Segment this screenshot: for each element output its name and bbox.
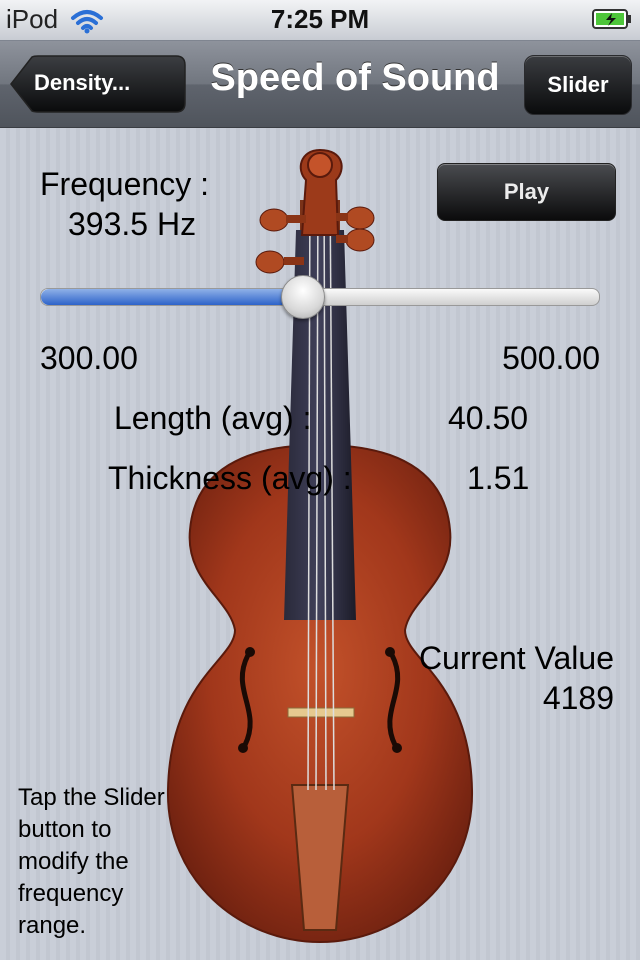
- help-text: Tap the Slider button to modify the freq…: [18, 784, 165, 939]
- clock: 7:25 PM: [270, 4, 370, 34]
- length-value: 40.50: [448, 400, 529, 436]
- battery-charging-icon: [592, 9, 631, 29]
- page-title: Speed of Sound: [210, 57, 500, 99]
- current-value-label: Current Value: [418, 640, 614, 676]
- back-button-label: Density...: [34, 70, 131, 95]
- navigation-bar: Density... Speed of Sound Slider: [0, 41, 640, 128]
- slider-min-label: 300.00: [40, 340, 138, 376]
- length-label: Length (avg) :: [114, 400, 312, 436]
- slider-button[interactable]: Slider: [524, 55, 632, 115]
- play-button[interactable]: Play: [437, 163, 616, 221]
- slider-max-label: 500.00: [502, 340, 600, 376]
- frequency-value: 393.5 Hz: [68, 206, 197, 242]
- thickness-label: Thickness (avg) :: [108, 460, 352, 496]
- current-value: 4189: [542, 680, 614, 716]
- thickness-value: 1.51: [467, 460, 530, 496]
- slider-fill: [41, 289, 304, 305]
- frequency-label: Frequency :: [40, 166, 209, 202]
- status-bar: iPod 7:25 PM: [0, 0, 640, 41]
- slider-thumb[interactable]: [281, 275, 326, 319]
- back-button[interactable]: Density...: [10, 55, 186, 113]
